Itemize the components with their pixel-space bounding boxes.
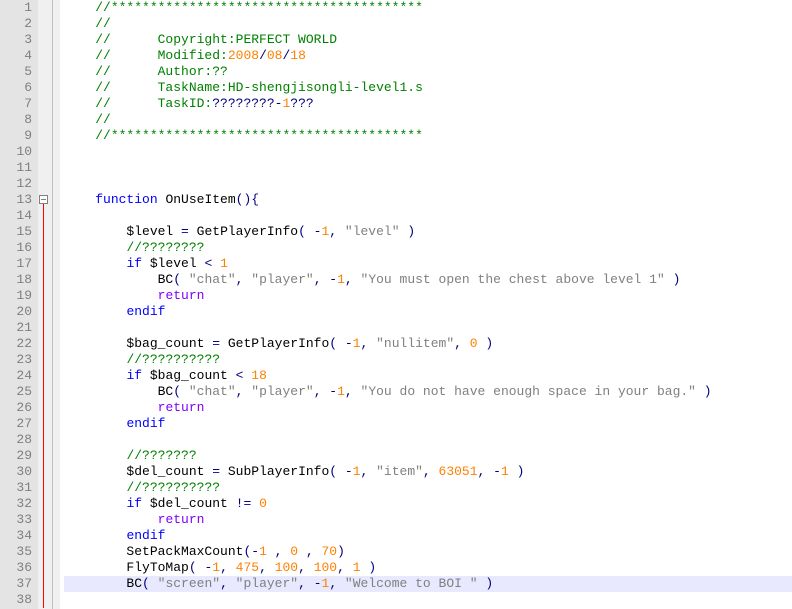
line-number: 34 bbox=[0, 528, 32, 544]
line-number: 4 bbox=[0, 48, 32, 64]
code-line[interactable]: if $bag_count < 18 bbox=[64, 368, 792, 384]
line-number: 33 bbox=[0, 512, 32, 528]
code-line[interactable]: //???????? bbox=[64, 240, 792, 256]
line-number: 5 bbox=[0, 64, 32, 80]
line-number: 36 bbox=[0, 560, 32, 576]
line-number: 12 bbox=[0, 176, 32, 192]
line-number: 37 bbox=[0, 576, 32, 592]
line-number: 22 bbox=[0, 336, 32, 352]
code-line[interactable]: BC( "screen", "player", -1, "Welcome to … bbox=[64, 576, 792, 592]
line-number: 3 bbox=[0, 32, 32, 48]
code-line[interactable]: // bbox=[64, 112, 792, 128]
code-line[interactable]: return bbox=[64, 288, 792, 304]
line-number: 9 bbox=[0, 128, 32, 144]
code-line[interactable]: endif bbox=[64, 528, 792, 544]
code-line[interactable] bbox=[64, 208, 792, 224]
fold-toggle-icon[interactable] bbox=[39, 195, 48, 204]
code-line[interactable]: function OnUseItem(){ bbox=[64, 192, 792, 208]
code-line[interactable]: SetPackMaxCount(-1 , 0 , 70) bbox=[64, 544, 792, 560]
line-number: 38 bbox=[0, 592, 32, 608]
code-line[interactable] bbox=[64, 176, 792, 192]
line-number: 28 bbox=[0, 432, 32, 448]
line-number: 1 bbox=[0, 0, 32, 16]
line-number: 35 bbox=[0, 544, 32, 560]
code-line[interactable]: FlyToMap( -1, 475, 100, 100, 1 ) bbox=[64, 560, 792, 576]
line-number: 14 bbox=[0, 208, 32, 224]
code-line[interactable]: //**************************************… bbox=[64, 128, 792, 144]
line-number: 25 bbox=[0, 384, 32, 400]
line-number: 30 bbox=[0, 464, 32, 480]
line-number: 16 bbox=[0, 240, 32, 256]
code-line[interactable]: return bbox=[64, 512, 792, 528]
code-line[interactable] bbox=[64, 160, 792, 176]
code-line[interactable]: if $del_count != 0 bbox=[64, 496, 792, 512]
code-line[interactable]: $bag_count = GetPlayerInfo( -1, "nullite… bbox=[64, 336, 792, 352]
line-number: 31 bbox=[0, 480, 32, 496]
line-number: 29 bbox=[0, 448, 32, 464]
code-line[interactable]: $level = GetPlayerInfo( -1, "level" ) bbox=[64, 224, 792, 240]
code-line[interactable] bbox=[64, 144, 792, 160]
code-line[interactable]: // Copyright:PERFECT WORLD bbox=[64, 32, 792, 48]
fold-column[interactable] bbox=[38, 0, 52, 609]
line-number: 21 bbox=[0, 320, 32, 336]
code-line[interactable]: BC( "chat", "player", -1, "You do not ha… bbox=[64, 384, 792, 400]
line-number: 18 bbox=[0, 272, 32, 288]
fold-guide bbox=[43, 204, 44, 608]
margin-column bbox=[52, 0, 60, 609]
code-line[interactable]: //**************************************… bbox=[64, 0, 792, 16]
code-line[interactable]: return bbox=[64, 400, 792, 416]
code-area[interactable]: //**************************************… bbox=[60, 0, 792, 609]
line-number: 17 bbox=[0, 256, 32, 272]
line-number: 6 bbox=[0, 80, 32, 96]
line-number-gutter: 1234567891011121314151617181920212223242… bbox=[0, 0, 38, 609]
line-number: 23 bbox=[0, 352, 32, 368]
code-line[interactable]: $del_count = SubPlayerInfo( -1, "item", … bbox=[64, 464, 792, 480]
code-line[interactable]: //?????????? bbox=[64, 352, 792, 368]
code-line[interactable]: // Author:?? bbox=[64, 64, 792, 80]
code-line[interactable]: BC( "chat", "player", -1, "You must open… bbox=[64, 272, 792, 288]
line-number: 15 bbox=[0, 224, 32, 240]
line-number: 13 bbox=[0, 192, 32, 208]
line-number: 26 bbox=[0, 400, 32, 416]
code-line[interactable]: //?????????? bbox=[64, 480, 792, 496]
line-number: 32 bbox=[0, 496, 32, 512]
code-line[interactable]: // bbox=[64, 16, 792, 32]
line-number: 27 bbox=[0, 416, 32, 432]
code-line[interactable] bbox=[64, 432, 792, 448]
code-line[interactable]: if $level < 1 bbox=[64, 256, 792, 272]
line-number: 20 bbox=[0, 304, 32, 320]
code-line[interactable]: endif bbox=[64, 416, 792, 432]
code-line[interactable]: // TaskName:HD-shengjisongli-level1.s bbox=[64, 80, 792, 96]
line-number: 11 bbox=[0, 160, 32, 176]
line-number: 2 bbox=[0, 16, 32, 32]
code-editor[interactable]: 1234567891011121314151617181920212223242… bbox=[0, 0, 792, 609]
line-number: 24 bbox=[0, 368, 32, 384]
code-line[interactable] bbox=[64, 592, 792, 608]
line-number: 10 bbox=[0, 144, 32, 160]
code-line[interactable] bbox=[64, 320, 792, 336]
code-line[interactable]: // TaskID:????????-1??? bbox=[64, 96, 792, 112]
line-number: 8 bbox=[0, 112, 32, 128]
line-number: 19 bbox=[0, 288, 32, 304]
code-line[interactable]: //??????? bbox=[64, 448, 792, 464]
line-number: 7 bbox=[0, 96, 32, 112]
code-line[interactable]: // Modified:2008/08/18 bbox=[64, 48, 792, 64]
code-line[interactable]: endif bbox=[64, 304, 792, 320]
